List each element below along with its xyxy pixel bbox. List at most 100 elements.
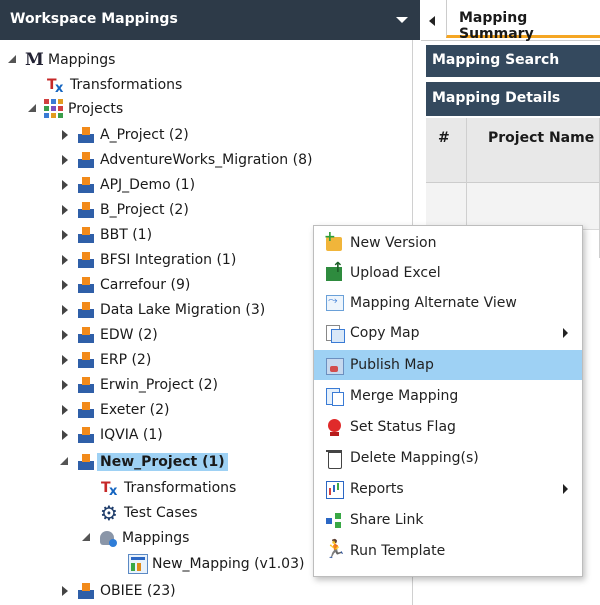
- merge-mapping-icon: [324, 386, 346, 406]
- trash-icon: [324, 448, 346, 469]
- tree-node-selected-project[interactable]: New_Project (1): [60, 449, 228, 475]
- expand-icon[interactable]: [60, 329, 70, 341]
- collapse-icon[interactable]: [60, 456, 70, 468]
- tree-label: IQVIA (1): [100, 427, 163, 443]
- menu-item-delete-mapping[interactable]: Delete Mapping(s): [314, 443, 582, 473]
- tree-node-project[interactable]: Data Lake Migration (3): [60, 297, 265, 323]
- expand-icon[interactable]: [60, 304, 70, 316]
- submenu-arrow-icon: [563, 484, 568, 494]
- tree-node-project-mappings[interactable]: Mappings: [82, 525, 189, 551]
- expand-icon[interactable]: [60, 279, 70, 291]
- tree-label: A_Project (2): [100, 127, 189, 143]
- tab-bar: Mapping Summary: [421, 0, 600, 42]
- expand-icon[interactable]: [60, 254, 70, 266]
- tree-node-project[interactable]: APJ_Demo (1): [60, 172, 195, 198]
- expand-icon[interactable]: [60, 404, 70, 416]
- collapse-icon[interactable]: [28, 103, 38, 115]
- project-icon: [76, 400, 96, 420]
- menu-item-share-link[interactable]: Share Link: [314, 505, 582, 535]
- menu-item-copy-map[interactable]: Copy Map: [314, 318, 582, 348]
- tree-label: Mappings: [122, 530, 190, 546]
- tree-label: APJ_Demo (1): [100, 177, 196, 193]
- table-row[interactable]: [426, 183, 600, 230]
- project-icon: [76, 375, 96, 395]
- tree-label: OBIEE (23): [100, 583, 176, 599]
- tree-node-project[interactable]: Carrefour (9): [60, 272, 190, 298]
- tree-node-project[interactable]: ERP (2): [60, 347, 151, 373]
- expand-icon[interactable]: [60, 129, 70, 141]
- menu-item-new-version[interactable]: New Version: [314, 228, 582, 258]
- tree-label: Erwin_Project (2): [100, 377, 218, 393]
- project-icon: [76, 175, 96, 195]
- menu-label: Copy Map: [350, 325, 420, 341]
- tree-node-project[interactable]: AdventureWorks_Migration (8): [60, 147, 312, 173]
- panel-menu-dropdown-icon[interactable]: [396, 17, 408, 23]
- tree-node-mappings-root[interactable]: Mappings: [8, 47, 115, 73]
- project-icon: [76, 275, 96, 295]
- menu-label: Delete Mapping(s): [350, 450, 479, 466]
- expand-icon[interactable]: [60, 585, 70, 597]
- project-icon: [76, 452, 96, 472]
- tree-label: Test Cases: [124, 505, 198, 521]
- project-icon: [76, 150, 96, 170]
- project-icon: [76, 425, 96, 445]
- mapping-details-header[interactable]: Mapping Details: [426, 82, 600, 116]
- tree-node-transformations[interactable]: Transformations: [46, 72, 182, 98]
- expand-icon[interactable]: [60, 354, 70, 366]
- tree-node-test-cases[interactable]: Test Cases: [100, 500, 198, 526]
- menu-item-upload-excel[interactable]: Upload Excel: [314, 258, 582, 288]
- tree-node-projects[interactable]: Projects: [28, 96, 123, 122]
- expand-icon[interactable]: [60, 429, 70, 441]
- tree-node-mapping[interactable]: New_Mapping (v1.03): [128, 551, 304, 577]
- reports-icon: [324, 479, 346, 499]
- collapse-icon[interactable]: [8, 54, 18, 66]
- tree-node-project[interactable]: BFSI Integration (1): [60, 247, 236, 273]
- menu-item-run-template[interactable]: Run Template: [314, 536, 582, 566]
- tree-label: B_Project (2): [100, 202, 189, 218]
- menu-item-set-status-flag[interactable]: Set Status Flag: [314, 412, 582, 442]
- tree-node-project[interactable]: Exeter (2): [60, 397, 169, 423]
- tree-label: Data Lake Migration (3): [100, 302, 266, 318]
- menu-label: Upload Excel: [350, 265, 441, 281]
- tree-label: Carrefour (9): [100, 277, 191, 293]
- new-version-icon: [324, 229, 346, 253]
- project-icon: [76, 200, 96, 220]
- tree-label: Mappings: [48, 52, 116, 68]
- tab-scroll-left-icon[interactable]: [429, 16, 435, 26]
- project-icon: [76, 125, 96, 145]
- tree-node-project[interactable]: BBT (1): [60, 222, 152, 248]
- tree-label: Projects: [68, 101, 124, 117]
- project-icon: [76, 225, 96, 245]
- tab-mapping-summary[interactable]: Mapping Summary: [446, 0, 600, 42]
- menu-item-mapping-alternate-view[interactable]: Mapping Alternate View: [314, 288, 582, 318]
- expand-icon[interactable]: [60, 154, 70, 166]
- tree-label: EDW (2): [100, 327, 158, 343]
- menu-item-publish-map[interactable]: Publish Map: [314, 350, 582, 380]
- copy-map-icon: [324, 323, 346, 343]
- tree-node-project[interactable]: B_Project (2): [60, 197, 189, 223]
- tree-node-project[interactable]: A_Project (2): [60, 122, 189, 148]
- expand-icon[interactable]: [60, 379, 70, 391]
- mapping-search-header[interactable]: Mapping Search: [426, 45, 600, 77]
- menu-label: New Version: [350, 235, 437, 251]
- project-icon: [76, 581, 96, 601]
- menu-label: Mapping Alternate View: [350, 295, 517, 311]
- tree-node-project[interactable]: OBIEE (23): [60, 578, 176, 604]
- tree-node-project[interactable]: IQVIA (1): [60, 422, 163, 448]
- panel-title: Workspace Mappings: [10, 11, 178, 27]
- menu-item-merge-mapping[interactable]: Merge Mapping: [314, 381, 582, 411]
- expand-icon[interactable]: [60, 229, 70, 241]
- test-cases-icon: [100, 501, 120, 525]
- tree-node-project-transformations[interactable]: Transformations: [100, 475, 236, 501]
- collapse-icon[interactable]: [82, 532, 92, 544]
- upload-excel-icon: [324, 260, 346, 283]
- expand-icon[interactable]: [60, 179, 70, 191]
- tree-node-project[interactable]: EDW (2): [60, 322, 158, 348]
- menu-item-reports[interactable]: Reports: [314, 474, 582, 504]
- tree-node-project[interactable]: Erwin_Project (2): [60, 372, 218, 398]
- project-icon: [76, 250, 96, 270]
- expand-icon[interactable]: [60, 204, 70, 216]
- menu-label: Share Link: [350, 512, 424, 528]
- alternate-view-icon: [324, 293, 346, 313]
- mappings-folder-icon: [98, 528, 118, 548]
